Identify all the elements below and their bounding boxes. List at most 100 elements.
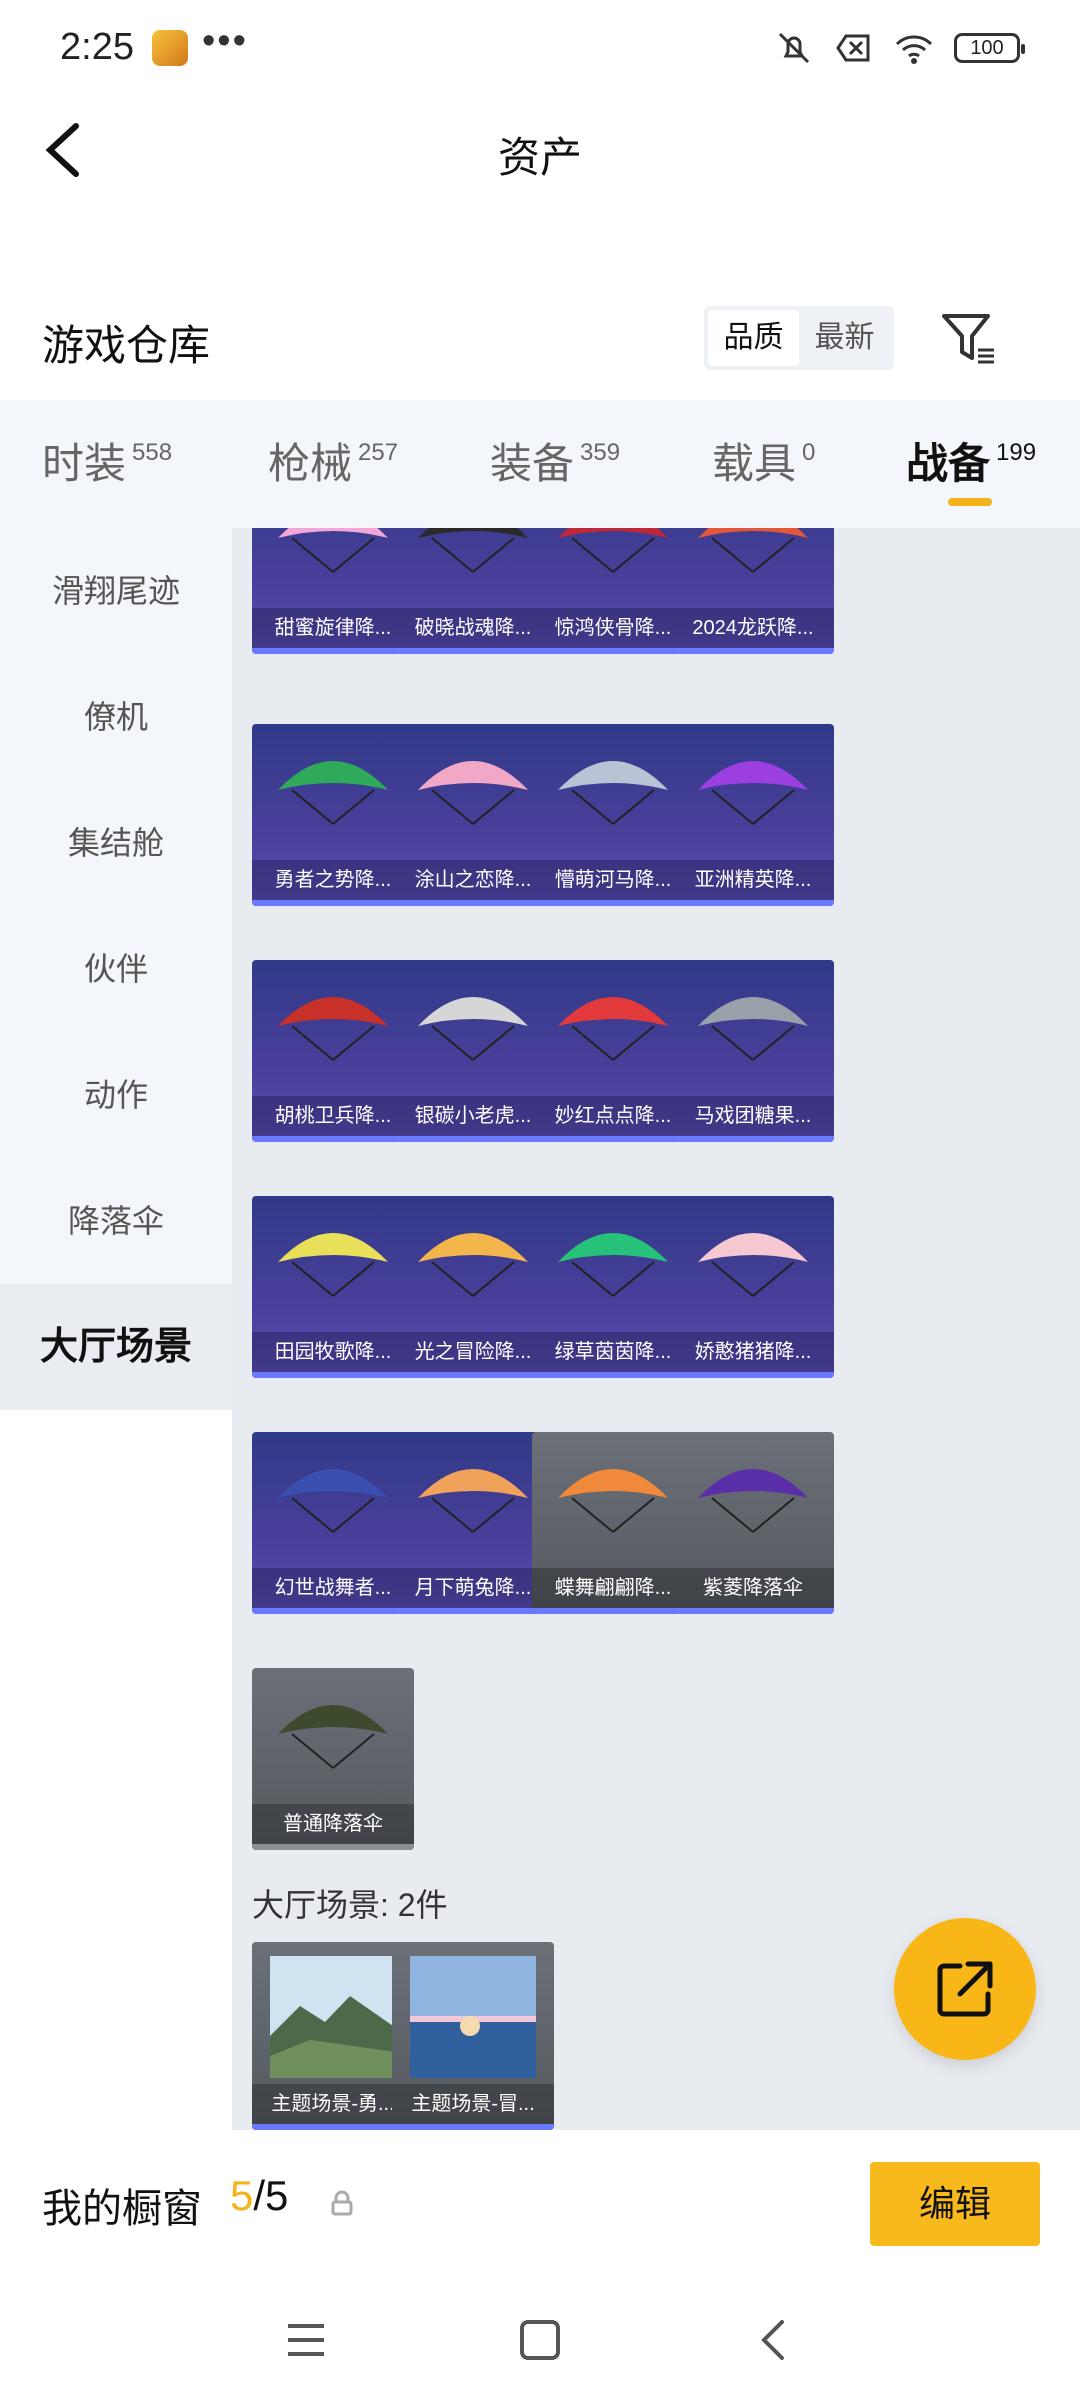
item-card[interactable]: 光之冒险降... [392, 1196, 554, 1378]
showcase-total: /5 [253, 2172, 289, 2219]
sidebar-item-companion[interactable]: 伙伴 [0, 906, 232, 1032]
item-quality-bar [392, 1372, 554, 1378]
item-card[interactable]: 2024龙跃降... [672, 528, 834, 654]
parachute-canopy [698, 761, 808, 790]
battery-icon: 100 [954, 33, 1025, 63]
item-name: 马戏团糖果... [672, 1096, 834, 1136]
parachute-canopy [278, 1705, 388, 1734]
mute-icon [778, 32, 810, 64]
item-quality-bar [672, 1372, 834, 1378]
item-card[interactable]: 绿草茵茵降... [532, 1196, 694, 1378]
item-quality-bar [672, 1136, 834, 1142]
showcase-count: 5/5 [230, 2172, 288, 2220]
parachute-canopy [558, 761, 668, 790]
item-card[interactable]: 涂山之恋降... [392, 724, 554, 906]
tab-label: 枪械 [268, 440, 353, 487]
sidebar-item-glide-trail[interactable]: 滑翔尾迹 [0, 528, 232, 654]
sort-toggle: 品质 最新 [704, 306, 894, 370]
sidebar-item-parachute[interactable]: 降落伞 [0, 1158, 232, 1284]
title-bar: 资产 [0, 100, 1080, 200]
item-card[interactable]: 勇者之势降... [252, 724, 414, 906]
item-card[interactable]: 月下萌兔降... [392, 1432, 554, 1614]
item-card[interactable]: 亚洲精英降... [672, 724, 834, 906]
tab-count: 359 [580, 439, 621, 466]
tab-weapons[interactable]: 枪械 257 [268, 430, 398, 491]
item-name: 甜蜜旋律降... [252, 608, 414, 648]
showcase-current: 5 [230, 2172, 254, 2219]
item-card[interactable]: 田园牧歌降... [252, 1196, 414, 1378]
edit-button[interactable]: 编辑 [870, 2162, 1040, 2246]
item-name: 胡桃卫兵降... [252, 1096, 414, 1136]
item-card[interactable]: 紫菱降落伞 [672, 1432, 834, 1614]
item-card[interactable]: 蝶舞翩翩降... [532, 1432, 694, 1614]
tab-combat-gear[interactable]: 战备 199 [906, 430, 1036, 491]
sidebar-item-emote[interactable]: 动作 [0, 1032, 232, 1158]
item-card[interactable]: 普通降落伞 [252, 1668, 414, 1850]
item-card[interactable]: 破晓战魂降... [392, 528, 554, 654]
parachute-icon [278, 997, 388, 1061]
item-quality-bar [672, 900, 834, 906]
parachute-canopy [558, 1469, 668, 1498]
tab-fashion[interactable]: 时装 558 [42, 430, 172, 491]
item-grid: 甜蜜旋律降... 破晓战魂降... 惊鸿侠骨降... 2024龙跃降... 勇者… [232, 528, 1080, 2130]
item-name: 普通降落伞 [252, 1804, 414, 1844]
item-card[interactable]: 懵萌河马降... [532, 724, 694, 906]
parachute-icon [278, 1705, 388, 1769]
item-card[interactable]: 胡桃卫兵降... [252, 960, 414, 1142]
home-icon[interactable] [514, 2314, 566, 2366]
item-card[interactable]: 妙红点点降... [532, 960, 694, 1142]
item-card[interactable]: 惊鸿侠骨降... [532, 528, 694, 654]
category-tabs: 时装 558 枪械 257 装备 359 载具 0 战备 199 [0, 400, 1080, 528]
system-nav-bar [0, 2280, 1080, 2400]
tab-equipment[interactable]: 装备 359 [490, 430, 620, 491]
item-name: 主题场景-勇... [252, 2084, 414, 2124]
lobby-section-label: 大厅场景: 2件 [252, 1887, 448, 1923]
lobby-scene-card[interactable]: 主题场景-勇... [252, 1942, 414, 2130]
parachute-canopy [558, 997, 668, 1026]
parachute-icon [698, 761, 808, 825]
item-name: 娇憨猪猪降... [672, 1332, 834, 1372]
item-name: 田园牧歌降... [252, 1332, 414, 1372]
parachute-icon [418, 528, 528, 573]
item-name: 紫菱降落伞 [672, 1568, 834, 1608]
sort-newest-option[interactable]: 最新 [799, 310, 890, 366]
share-fab-button[interactable] [894, 1918, 1036, 2060]
item-card[interactable]: 甜蜜旋律降... [252, 528, 414, 654]
sidebar-item-lobby-scene[interactable]: 大厅场景 [0, 1284, 232, 1410]
parachute-icon [418, 997, 528, 1061]
parachute-canopy [418, 1469, 528, 1498]
filter-icon[interactable] [938, 306, 998, 370]
parachute-canopy [558, 528, 668, 538]
parachute-canopy [698, 1233, 808, 1262]
tab-label: 装备 [490, 440, 575, 487]
item-name: 月下萌兔降... [392, 1568, 554, 1608]
item-card[interactable]: 银碳小老虎... [392, 960, 554, 1142]
parachute-icon [418, 1469, 528, 1533]
showcase-label: 我的橱窗 [42, 2187, 202, 2231]
sim-off-icon [836, 34, 870, 62]
lobby-scene-card[interactable]: 主题场景-冒... [392, 1942, 554, 2130]
item-name: 妙红点点降... [532, 1096, 694, 1136]
item-quality-bar [392, 648, 554, 654]
status-time: 2:25 [60, 26, 134, 68]
parachute-canopy [418, 761, 528, 790]
back-nav-icon[interactable] [748, 2314, 800, 2366]
item-card[interactable]: 马戏团糖果... [672, 960, 834, 1142]
menu-icon[interactable] [280, 2314, 332, 2366]
tab-count: 558 [132, 439, 173, 466]
item-card[interactable]: 娇憨猪猪降... [672, 1196, 834, 1378]
warehouse-header: 游戏仓库 品质 最新 [0, 290, 1080, 390]
sort-quality-option[interactable]: 品质 [708, 310, 799, 366]
item-name: 惊鸿侠骨降... [532, 608, 694, 648]
parachute-canopy [278, 1469, 388, 1498]
parachute-icon [558, 1233, 668, 1297]
tab-vehicles[interactable]: 载具 0 [712, 430, 815, 491]
parachute-icon [278, 528, 388, 573]
item-quality-bar [252, 648, 414, 654]
sidebar-item-assembly-pod[interactable]: 集结舱 [0, 780, 232, 906]
wifi-icon [895, 35, 933, 64]
item-card[interactable]: 幻世战舞者... [252, 1432, 414, 1614]
sidebar-item-wingman[interactable]: 僚机 [0, 654, 232, 780]
item-quality-bar [392, 1136, 554, 1142]
parachute-icon [278, 1233, 388, 1297]
